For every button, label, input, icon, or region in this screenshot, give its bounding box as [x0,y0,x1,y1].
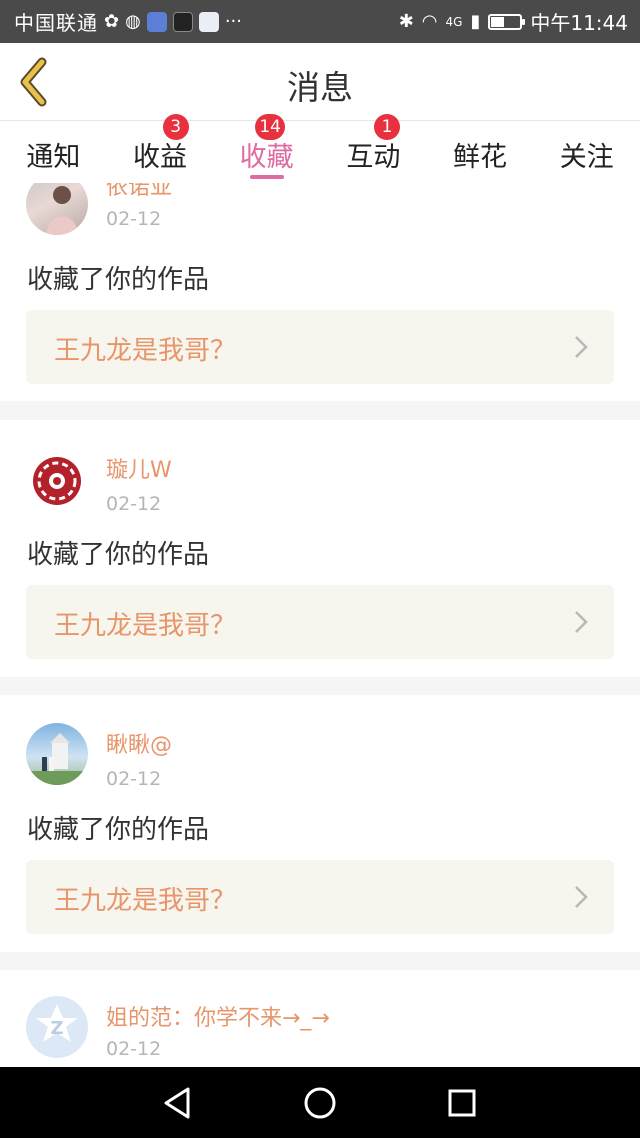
more-notifications-icon: ··· [224,11,242,32]
unread-badge: 1 [374,114,401,140]
tab-label: 互动 [346,142,401,173]
avatar[interactable] [26,723,88,785]
username[interactable]: 璇儿W [106,452,172,484]
unread-badge: 3 [162,114,189,140]
avatar[interactable] [26,450,88,512]
list-item[interactable]: 璇儿W 02-12 收藏了你的作品 王九龙是我哥？ [0,420,640,677]
tab-label: 关注 [559,142,614,173]
timestamp: 02-12 [106,493,162,515]
app-notification-icon [146,11,167,32]
tab-label: 鲜花 [453,142,508,173]
tab-label: 通知 [26,142,81,173]
work-link[interactable]: 王九龙是我哥？ [26,860,614,934]
tab-1[interactable]: 收益 3 [107,114,214,183]
svg-text:Z: Z [50,1018,63,1039]
pinwheel-icon: ✿ [104,11,120,32]
bluetooth-icon: ✱ [398,11,414,32]
tiktok-icon [172,11,193,32]
list-item[interactable]: 依诺亚 02-12 收藏了你的作品 王九龙是我哥？ [0,183,640,401]
username[interactable]: 姐的范：你学不来→_→ [106,1000,330,1032]
tab-4[interactable]: 鲜花 [427,121,534,183]
tab-5[interactable]: 关注 [533,121,640,183]
active-tab-indicator [249,175,284,179]
avatar[interactable] [26,183,88,235]
tab-label: 收藏 [239,142,294,173]
tab-bar: 通知 收益 3 收藏 14 互动 1 鲜花 关注 [0,114,640,183]
timestamp: 02-12 [106,1038,162,1060]
page-title: 消息 [287,68,353,107]
work-link[interactable]: 王九龙是我哥？ [26,310,614,384]
carrier-label: 中国联通 [14,11,98,35]
list-item[interactable]: Z 姐的范：你学不来→_→ 02-12 [0,970,640,1067]
wifi-icon: ◠ [421,11,438,32]
chevron-right-icon [575,611,588,633]
home-circle-icon[interactable] [298,1081,342,1125]
tab-2[interactable]: 收藏 14 [213,114,320,183]
tab-0[interactable]: 通知 [0,121,107,183]
username[interactable]: 依诺亚 [106,183,172,201]
action-text: 收藏了你的作品 [27,540,210,570]
battery-icon [488,13,526,30]
recents-square-icon[interactable] [440,1081,484,1125]
chevron-right-icon [575,336,588,358]
timestamp: 02-12 [106,208,162,230]
tab-3[interactable]: 互动 1 [320,114,427,183]
network-type: 4G [445,14,463,29]
message-feed[interactable]: 依诺亚 02-12 收藏了你的作品 王九龙是我哥？ 璇儿W 02-12 收藏了你… [0,183,640,1067]
action-text: 收藏了你的作品 [27,265,210,295]
wechat-icon: ◍ [125,11,141,32]
back-triangle-icon[interactable] [156,1081,200,1125]
work-title: 王九龙是我哥？ [54,886,237,916]
username[interactable]: 瞅瞅@ [106,727,172,759]
signal-icon: ▮ [470,11,481,32]
app-header: 消息 [0,43,640,121]
unread-badge: 14 [255,114,285,140]
system-nav-bar [0,1067,640,1138]
browser-icon [198,11,219,32]
status-bar: 中国联通 ✿ ◍ ··· ✱ ◠ 4G ▮ 中午11:44 [0,0,640,43]
action-text: 收藏了你的作品 [27,815,210,845]
list-item[interactable]: 瞅瞅@ 02-12 收藏了你的作品 王九龙是我哥？ [0,695,640,952]
work-title: 王九龙是我哥？ [54,336,237,366]
work-title: 王九龙是我哥？ [54,611,237,641]
tab-label: 收益 [133,142,187,173]
avatar[interactable]: Z [26,996,88,1058]
chevron-right-icon [575,886,588,908]
work-link[interactable]: 王九龙是我哥？ [26,585,614,659]
clock: 中午11:44 [530,11,628,35]
timestamp: 02-12 [106,768,162,790]
